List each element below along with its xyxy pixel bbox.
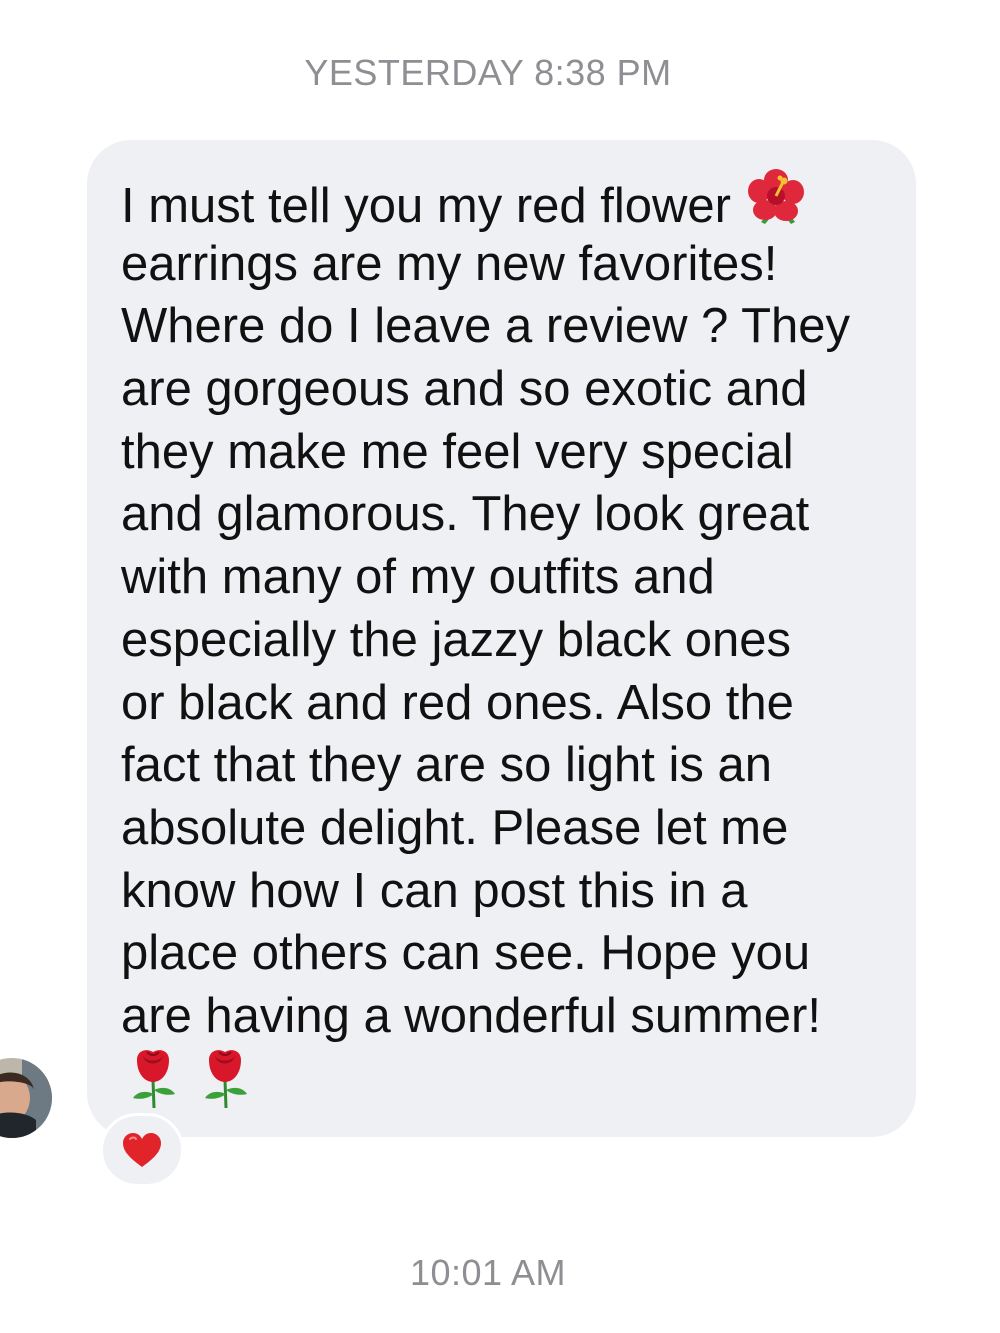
message-line-9: or black and red ones. Also the [121, 675, 794, 730]
message-line-6: and glamorous. They look great [121, 487, 810, 542]
message-line-5: they make me feel very special [121, 424, 794, 479]
message-line-2: earrings are my new favorites! [121, 236, 778, 291]
message-line-8: especially the jazzy black ones [121, 612, 792, 667]
message-line-14: are having a wonderful summer! [121, 988, 821, 1043]
message-bubble[interactable]: I must tell you my red flower earrings a… [87, 140, 916, 1137]
heart-icon [123, 1133, 161, 1167]
message-line-11: absolute delight. Please let me [121, 800, 789, 855]
message-line-12: know how I can post this in a [121, 863, 748, 918]
message-line-1: I must tell you my red flower [121, 169, 850, 233]
rose-icon [133, 1050, 175, 1109]
heart-reaction[interactable] [100, 1113, 184, 1187]
message-line-10: fact that they are so light is an [121, 738, 772, 793]
message-line-13: place others can see. Hope you [121, 926, 811, 981]
message-text: I must tell you my red flower earrings a… [121, 169, 851, 1048]
message-line-3: Where do I leave a review ? They [121, 299, 851, 354]
message-line-7: with many of my outfits and [121, 550, 715, 605]
trailing-emojis [125, 1046, 253, 1110]
avatar[interactable] [0, 1058, 52, 1138]
timestamp-today: 10:01 AM [409, 1252, 567, 1293]
rose-icon [205, 1050, 247, 1109]
message-line-4: are gorgeous and so exotic and [121, 362, 808, 417]
hibiscus-icon [745, 166, 807, 244]
timestamp-yesterday: YESTERDAY 8:38 PM [304, 52, 672, 93]
